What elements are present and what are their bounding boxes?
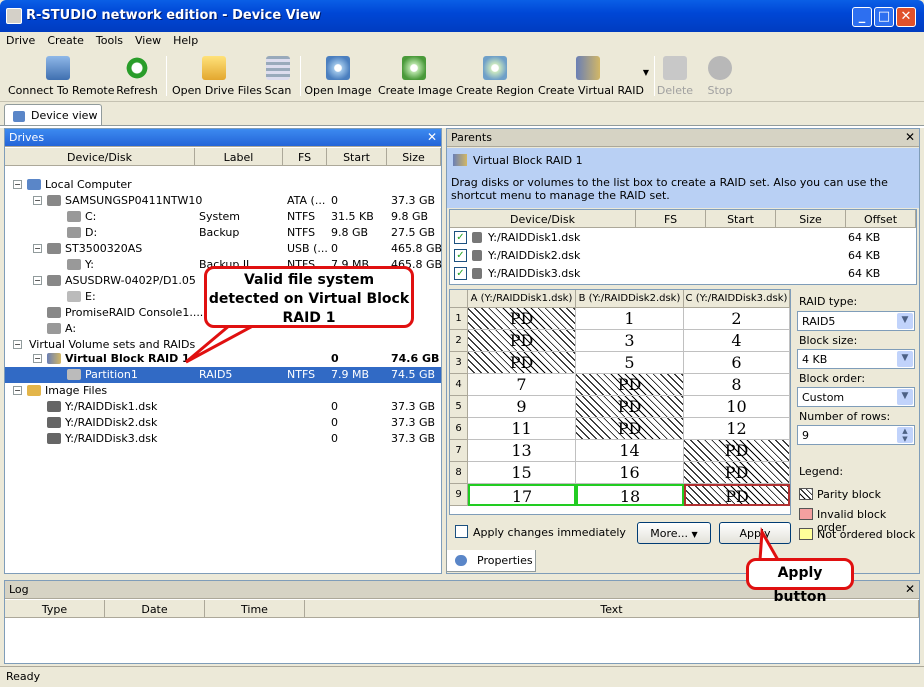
callout-apply: Apply button (746, 558, 854, 605)
callout-valid-fs: Valid file system detected on Virtual Bl… (204, 266, 414, 328)
callout-pointer (758, 526, 781, 562)
